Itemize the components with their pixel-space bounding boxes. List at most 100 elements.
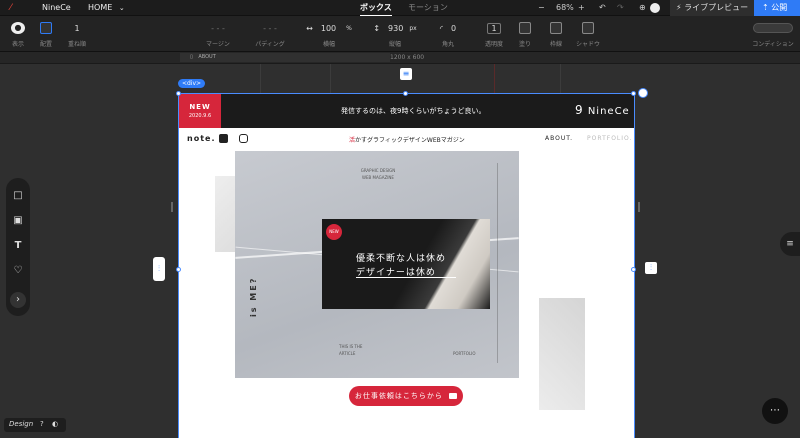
new-badge[interactable]: NEW 2020.9.6 <box>179 94 221 128</box>
undo-icon[interactable]: ↶ <box>599 0 606 16</box>
pen-icon[interactable]: ⁄ <box>10 0 12 16</box>
height-label: 縦幅 <box>388 41 401 48</box>
hero-decor-right <box>539 298 585 410</box>
expand-chevron-icon[interactable]: › <box>10 292 26 308</box>
publish-button[interactable]: ⇡ 公開 <box>754 0 800 16</box>
heart-tool-icon[interactable]: ♡ <box>12 265 24 277</box>
feature-card-rule <box>356 277 456 278</box>
brand-name[interactable]: NineCe <box>42 0 71 16</box>
page-tab[interactable]: ▯ ABOUT <box>180 53 390 62</box>
feature-card-badge-label: NEW <box>329 229 339 234</box>
height-unit[interactable]: px <box>409 25 416 32</box>
fill-control[interactable]: 塗り <box>514 20 536 48</box>
condition-toggle[interactable] <box>753 23 793 33</box>
resize-handle[interactable] <box>631 267 636 272</box>
twitter-icon[interactable] <box>219 134 228 143</box>
layout-control[interactable]: 配置 <box>36 20 56 48</box>
feature-card-badge[interactable]: NEW <box>326 224 342 240</box>
property-toolbar: ● 表示 配置 1 重ね順 - - - マージン - - - パディング ↔ 1… <box>0 16 800 52</box>
opacity-value[interactable]: 1 <box>487 22 501 34</box>
list-icon: ≡ <box>786 239 794 249</box>
box-tool-icon[interactable]: □ <box>12 190 24 202</box>
radius-value[interactable]: 0 <box>451 24 456 33</box>
page-select[interactable]: HOME ⌄ <box>88 0 125 16</box>
element-count-badge[interactable] <box>638 88 648 98</box>
display-label: 表示 <box>11 41 24 48</box>
left-tool-dock: □ ▣ T ♡ › <box>6 178 30 316</box>
cta-button[interactable]: お仕事依頼はこちらから <box>349 386 463 406</box>
status-bar: Design ? ◐ <box>4 418 66 432</box>
banner-text: 発信するのは、夜9時くらいがちょうど良い。 <box>341 107 486 115</box>
stack-order-control[interactable]: 1 重ね順 <box>64 20 90 49</box>
design-mode-label[interactable]: Design <box>9 420 33 428</box>
canvas-size-readout: 1200 x 600 <box>390 54 425 61</box>
feature-card[interactable]: NEW 優柔不断な人は休め デザイナーは休め <box>322 219 490 309</box>
guide-line <box>560 64 561 94</box>
chat-button[interactable]: ⋯ <box>762 398 788 424</box>
element-tag[interactable]: <div> <box>178 79 206 88</box>
horizontal-stack-handle-icon[interactable]: ⫶ <box>645 262 657 274</box>
nav-about[interactable]: ABOUT. <box>545 135 573 142</box>
resize-handle[interactable] <box>631 91 636 96</box>
fill-swatch <box>519 22 531 34</box>
nav-portfolio[interactable]: PORTFOLIO. <box>587 135 632 142</box>
height-control[interactable]: ↕ 930 px 縦幅 <box>366 20 424 49</box>
help-icon[interactable]: ? <box>40 420 44 428</box>
hero-vertical-left: is ME? <box>249 276 258 317</box>
add-button[interactable]: ⊕ <box>639 0 646 16</box>
site-banner: NEW 2020.9.6 発信するのは、夜9時くらいがちょうど良い。 9 Nin… <box>179 94 634 128</box>
site-logo[interactable]: 9 NineCe <box>575 103 630 117</box>
canvas[interactable]: <div> ≡ NEW 2020.9.6 発信するのは、夜9時くらいがちょうど良… <box>0 64 800 438</box>
condition-control[interactable]: コンディション <box>750 20 796 48</box>
tab-motion[interactable]: モーション <box>408 0 448 16</box>
preview-button[interactable]: ⚡ ライブプレビュー <box>670 0 754 16</box>
zoom-level[interactable]: 68% <box>556 0 574 16</box>
theme-toggle-icon[interactable]: ◐ <box>52 420 58 428</box>
stack-order-value[interactable]: 1 <box>64 20 90 36</box>
tab-box[interactable]: ボックス <box>360 0 392 16</box>
instagram-icon[interactable] <box>239 134 248 143</box>
layers-handle-icon[interactable]: ≡ <box>400 68 412 80</box>
publish-label: 公開 <box>771 3 788 12</box>
border-swatch <box>550 22 562 34</box>
shadow-label: シャドウ <box>575 41 600 48</box>
vertical-stack-handle-icon[interactable]: ⫶ <box>153 257 165 281</box>
site-nav: note. 活かすグラフィックデザインWEBマガジン ABOUT. PORTFO… <box>179 128 634 150</box>
opacity-control[interactable]: 1 透明度 <box>482 20 506 48</box>
nav-logo[interactable]: note. <box>187 134 215 143</box>
hero-side-text: THIS IS THE ARTICLE <box>339 344 363 356</box>
artboard[interactable]: NEW 2020.9.6 発信するのは、夜9時くらいがちょうど良い。 9 Nin… <box>178 93 635 438</box>
width-value[interactable]: 100 <box>321 24 336 33</box>
vertical-arrows-icon: ↕ <box>373 23 381 33</box>
display-control[interactable]: ● 表示 <box>8 20 28 48</box>
resize-handle[interactable] <box>176 91 181 96</box>
zoom-out-button[interactable]: − <box>538 0 545 16</box>
page-select-label: HOME <box>88 3 113 12</box>
height-value[interactable]: 930 <box>388 24 403 33</box>
layers-panel-toggle[interactable]: ≡ <box>780 232 800 256</box>
radius-label: 角丸 <box>441 41 454 48</box>
upload-icon: ⇡ <box>762 3 769 12</box>
resize-handle[interactable] <box>403 91 408 96</box>
radius-control[interactable]: ◜ 0 角丸 <box>432 20 464 49</box>
preview-label: ライブプレビュー <box>684 3 749 12</box>
width-unit[interactable]: % <box>346 25 352 32</box>
shadow-swatch <box>582 22 594 34</box>
chat-icon: ⋯ <box>770 405 780 416</box>
border-label: 枠線 <box>549 41 562 48</box>
resize-handle[interactable] <box>176 267 181 272</box>
image-tool-icon[interactable]: ▣ <box>12 215 24 227</box>
padding-control[interactable]: - - - パディング <box>248 20 292 49</box>
margin-control[interactable]: - - - マージン <box>196 20 240 49</box>
hero-image[interactable]: GRAPHIC DESIGN WEB MAGAZINE is ME? THIS … <box>235 151 519 378</box>
border-control[interactable]: 枠線 <box>544 20 568 48</box>
tagline-text: かすグラフィックデザインWEBマガジン <box>355 137 465 144</box>
redo-icon[interactable]: ↷ <box>617 0 624 16</box>
avatar[interactable] <box>650 3 660 13</box>
width-control[interactable]: ↔ 100 % 横幅 <box>300 20 358 49</box>
guide-line <box>494 64 495 94</box>
text-tool-icon[interactable]: T <box>12 240 24 252</box>
shadow-control[interactable]: シャドウ <box>574 20 602 48</box>
zoom-in-button[interactable]: + <box>578 0 585 16</box>
site-tagline: 活かすグラフィックデザインWEBマガジン <box>349 135 465 144</box>
